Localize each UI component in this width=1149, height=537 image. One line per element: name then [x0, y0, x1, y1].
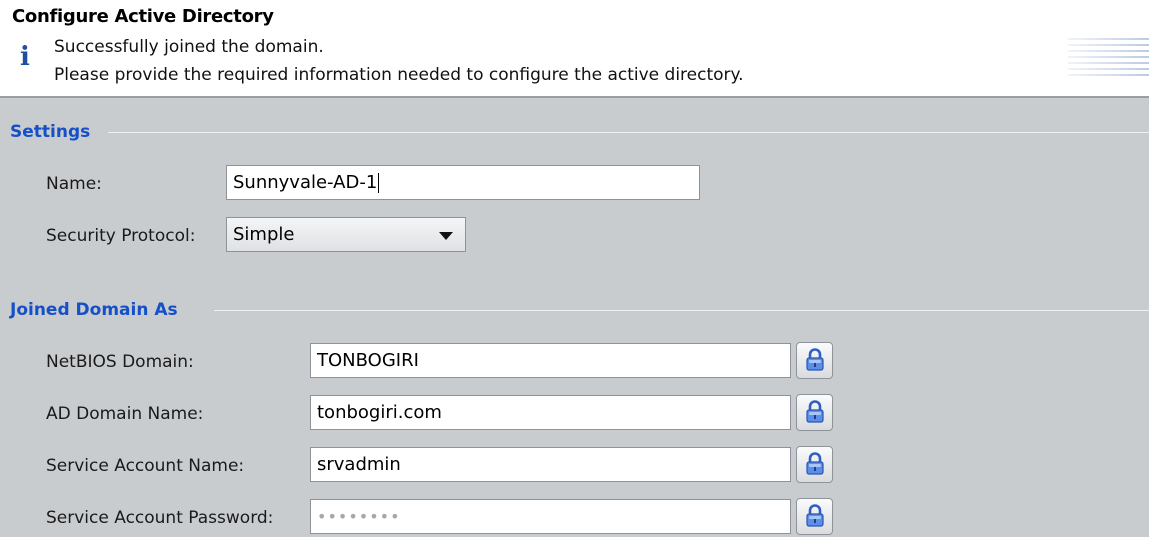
- service-account-name-label: Service Account Name:: [46, 456, 245, 476]
- name-input[interactable]: Sunnyvale-AD-1: [226, 165, 700, 200]
- info-icon: i: [20, 42, 30, 72]
- settings-group-title: Settings: [10, 122, 91, 142]
- lock-icon: [806, 400, 824, 423]
- header-decoration: [1068, 38, 1149, 80]
- name-label: Name:: [46, 174, 102, 194]
- service-account-lock-button[interactable]: [796, 446, 833, 483]
- ad-domain-name-field[interactable]: tonbogiri.com: [310, 395, 791, 430]
- config-panel: Settings Name: Sunnyvale-AD-1 Security P…: [0, 96, 1149, 537]
- netbios-domain-field[interactable]: TONBOGIRI: [310, 343, 791, 378]
- ad-domain-name-label: AD Domain Name:: [46, 404, 204, 424]
- security-protocol-select[interactable]: Simple: [226, 217, 466, 252]
- joined-domain-group-divider: [214, 310, 1149, 311]
- chevron-down-icon: [439, 232, 453, 240]
- ad-domain-lock-button[interactable]: [796, 394, 833, 431]
- joined-domain-group-title: Joined Domain As: [10, 300, 178, 320]
- page-title: Configure Active Directory: [12, 6, 274, 27]
- service-account-password-label: Service Account Password:: [46, 508, 274, 528]
- netbios-lock-button[interactable]: [796, 342, 833, 379]
- service-account-password-field[interactable]: ••••••••: [310, 499, 791, 534]
- lock-icon: [806, 348, 824, 371]
- lock-icon: [806, 504, 824, 527]
- security-protocol-value: Simple: [233, 224, 295, 245]
- lock-icon: [806, 452, 824, 475]
- settings-group-divider: [108, 132, 1149, 133]
- text-caret: [378, 173, 380, 193]
- service-account-name-field[interactable]: srvadmin: [310, 447, 791, 482]
- service-password-lock-button[interactable]: [796, 498, 833, 535]
- netbios-domain-label: NetBIOS Domain:: [46, 352, 194, 372]
- instruction-message: Please provide the required information …: [54, 65, 744, 85]
- header: Configure Active Directory i Successfull…: [0, 0, 1149, 96]
- name-input-value: Sunnyvale-AD-1: [233, 172, 378, 193]
- security-protocol-label: Security Protocol:: [46, 226, 196, 246]
- status-message: Successfully joined the domain.: [54, 37, 324, 57]
